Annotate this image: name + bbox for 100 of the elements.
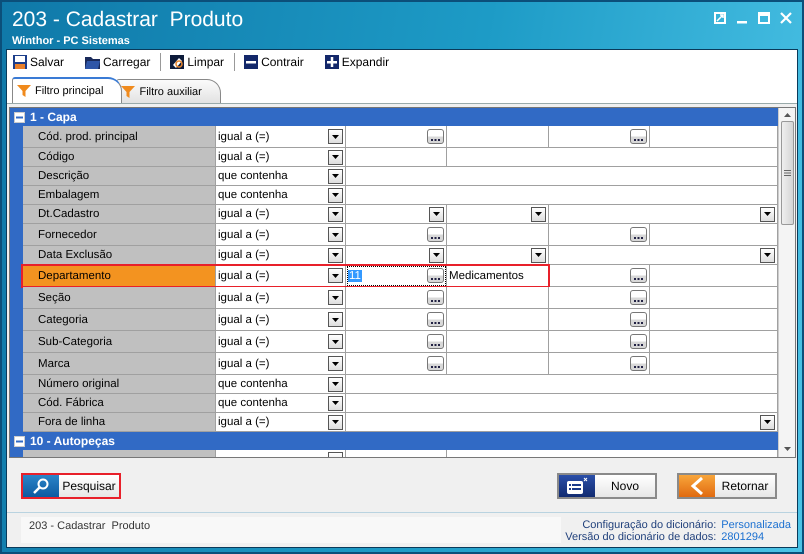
lookup-button[interactable] <box>427 227 444 242</box>
description-field[interactable]: Medicamentos <box>447 265 549 287</box>
description-field[interactable] <box>447 126 549 148</box>
dropdown-button[interactable] <box>328 150 343 164</box>
lookup-button[interactable] <box>630 312 647 327</box>
input-field[interactable] <box>346 167 778 186</box>
code-field[interactable] <box>346 126 447 148</box>
code-field[interactable] <box>549 126 650 148</box>
description-field[interactable] <box>447 287 549 309</box>
input-field[interactable] <box>346 394 778 413</box>
code-field[interactable] <box>549 331 650 353</box>
date-field[interactable] <box>447 205 549 224</box>
operator-select[interactable]: igual a (=) <box>216 331 346 353</box>
code-field[interactable] <box>346 353 447 375</box>
scroll-thumb[interactable] <box>780 121 794 225</box>
dropdown-button[interactable] <box>328 206 343 222</box>
tab[interactable]: Filtro auxiliar <box>116 79 221 103</box>
description-field[interactable] <box>650 331 778 353</box>
lookup-button[interactable] <box>427 290 444 305</box>
code-field[interactable] <box>549 309 650 331</box>
dropdown-button[interactable] <box>328 396 343 410</box>
input-field[interactable] <box>346 148 447 167</box>
description-field[interactable] <box>650 126 778 148</box>
dropdown-button[interactable] <box>328 376 343 392</box>
dropdown-button[interactable] <box>328 188 343 202</box>
toolbar-button[interactable]: Carregar <box>84 54 156 70</box>
dropdown-button[interactable] <box>328 290 343 305</box>
code-field[interactable] <box>346 287 447 309</box>
date-field[interactable] <box>346 205 447 224</box>
select-field[interactable] <box>549 205 778 224</box>
lookup-button[interactable] <box>427 312 444 327</box>
operator-select[interactable]: igual a (=) <box>216 224 346 246</box>
section-header[interactable]: 1 - Capa <box>10 108 778 126</box>
toolbar-button[interactable]: Salvar <box>12 54 70 70</box>
description-field[interactable] <box>650 265 778 287</box>
date-field[interactable] <box>346 246 447 265</box>
dropdown-button[interactable] <box>328 356 343 371</box>
input-field[interactable] <box>346 375 778 394</box>
lookup-button[interactable] <box>630 129 647 144</box>
description-field[interactable] <box>447 353 549 375</box>
tab[interactable]: Filtro principal <box>12 77 122 103</box>
lookup-button[interactable] <box>630 356 647 371</box>
dropdown-button[interactable] <box>328 168 343 184</box>
operator-select[interactable]: igual a (=) <box>216 148 346 167</box>
lookup-button[interactable] <box>427 268 444 283</box>
collapse-icon[interactable] <box>14 112 25 122</box>
dropdown-button[interactable] <box>760 206 775 222</box>
lookup-button[interactable] <box>630 290 647 305</box>
operator-select[interactable]: igual a (=) <box>216 126 346 148</box>
select-field[interactable] <box>549 246 778 265</box>
dropdown-button[interactable] <box>760 414 775 430</box>
operator-select[interactable]: igual a (=) <box>216 413 346 432</box>
operator-select[interactable]: igual a (=) <box>216 309 346 331</box>
operator-select[interactable]: que contenha <box>216 375 346 394</box>
dropdown-button[interactable] <box>328 227 343 242</box>
select-field[interactable] <box>346 413 778 432</box>
dropdown-button[interactable] <box>328 129 343 144</box>
operator-select[interactable]: que contenha <box>216 167 346 186</box>
lookup-button[interactable] <box>427 356 444 371</box>
lookup-button[interactable] <box>630 227 647 242</box>
operator-select[interactable]: que contenha <box>216 186 346 205</box>
action-button[interactable]: Pesquisar <box>21 472 121 498</box>
date-field[interactable] <box>447 246 549 265</box>
code-field[interactable] <box>549 287 650 309</box>
code-field[interactable] <box>549 265 650 287</box>
dropdown-button[interactable] <box>328 268 343 283</box>
code-field[interactable] <box>549 224 650 246</box>
dropdown-button[interactable] <box>328 248 343 262</box>
dropdown-button[interactable] <box>429 206 444 222</box>
dropdown-button[interactable] <box>760 248 775 262</box>
action-button[interactable]: Novo <box>557 472 657 498</box>
operator-select[interactable]: igual a (=) <box>216 246 346 265</box>
code-field[interactable] <box>549 353 650 375</box>
toolbar-button[interactable]: Contrair <box>243 54 310 70</box>
lookup-button[interactable] <box>427 334 444 349</box>
lookup-button[interactable] <box>427 129 444 144</box>
description-field[interactable] <box>650 309 778 331</box>
lookup-button[interactable] <box>630 334 647 349</box>
input-field[interactable] <box>346 186 778 205</box>
dropdown-button[interactable] <box>328 312 343 327</box>
dropdown-button[interactable] <box>328 334 343 349</box>
section-header[interactable]: 10 - Autopeças <box>10 432 778 450</box>
operator-select[interactable]: igual a (=) <box>216 287 346 309</box>
description-field[interactable] <box>447 224 549 246</box>
description-field[interactable] <box>650 287 778 309</box>
operator-select[interactable]: igual a (=) <box>216 353 346 375</box>
toolbar-button[interactable]: Limpar <box>169 54 230 70</box>
description-field[interactable] <box>447 309 549 331</box>
action-button[interactable]: Retornar <box>677 472 777 498</box>
scroll-up-icon[interactable] <box>784 113 790 118</box>
scrollbar[interactable] <box>778 108 795 457</box>
dropdown-button[interactable] <box>328 414 343 430</box>
code-field[interactable] <box>346 331 447 353</box>
description-field[interactable] <box>447 331 549 353</box>
dropdown-button[interactable] <box>531 248 546 262</box>
collapse-icon[interactable] <box>14 436 25 446</box>
code-field[interactable] <box>346 309 447 331</box>
dropdown-button[interactable] <box>429 248 444 262</box>
description-field[interactable] <box>650 353 778 375</box>
code-field[interactable] <box>346 224 447 246</box>
